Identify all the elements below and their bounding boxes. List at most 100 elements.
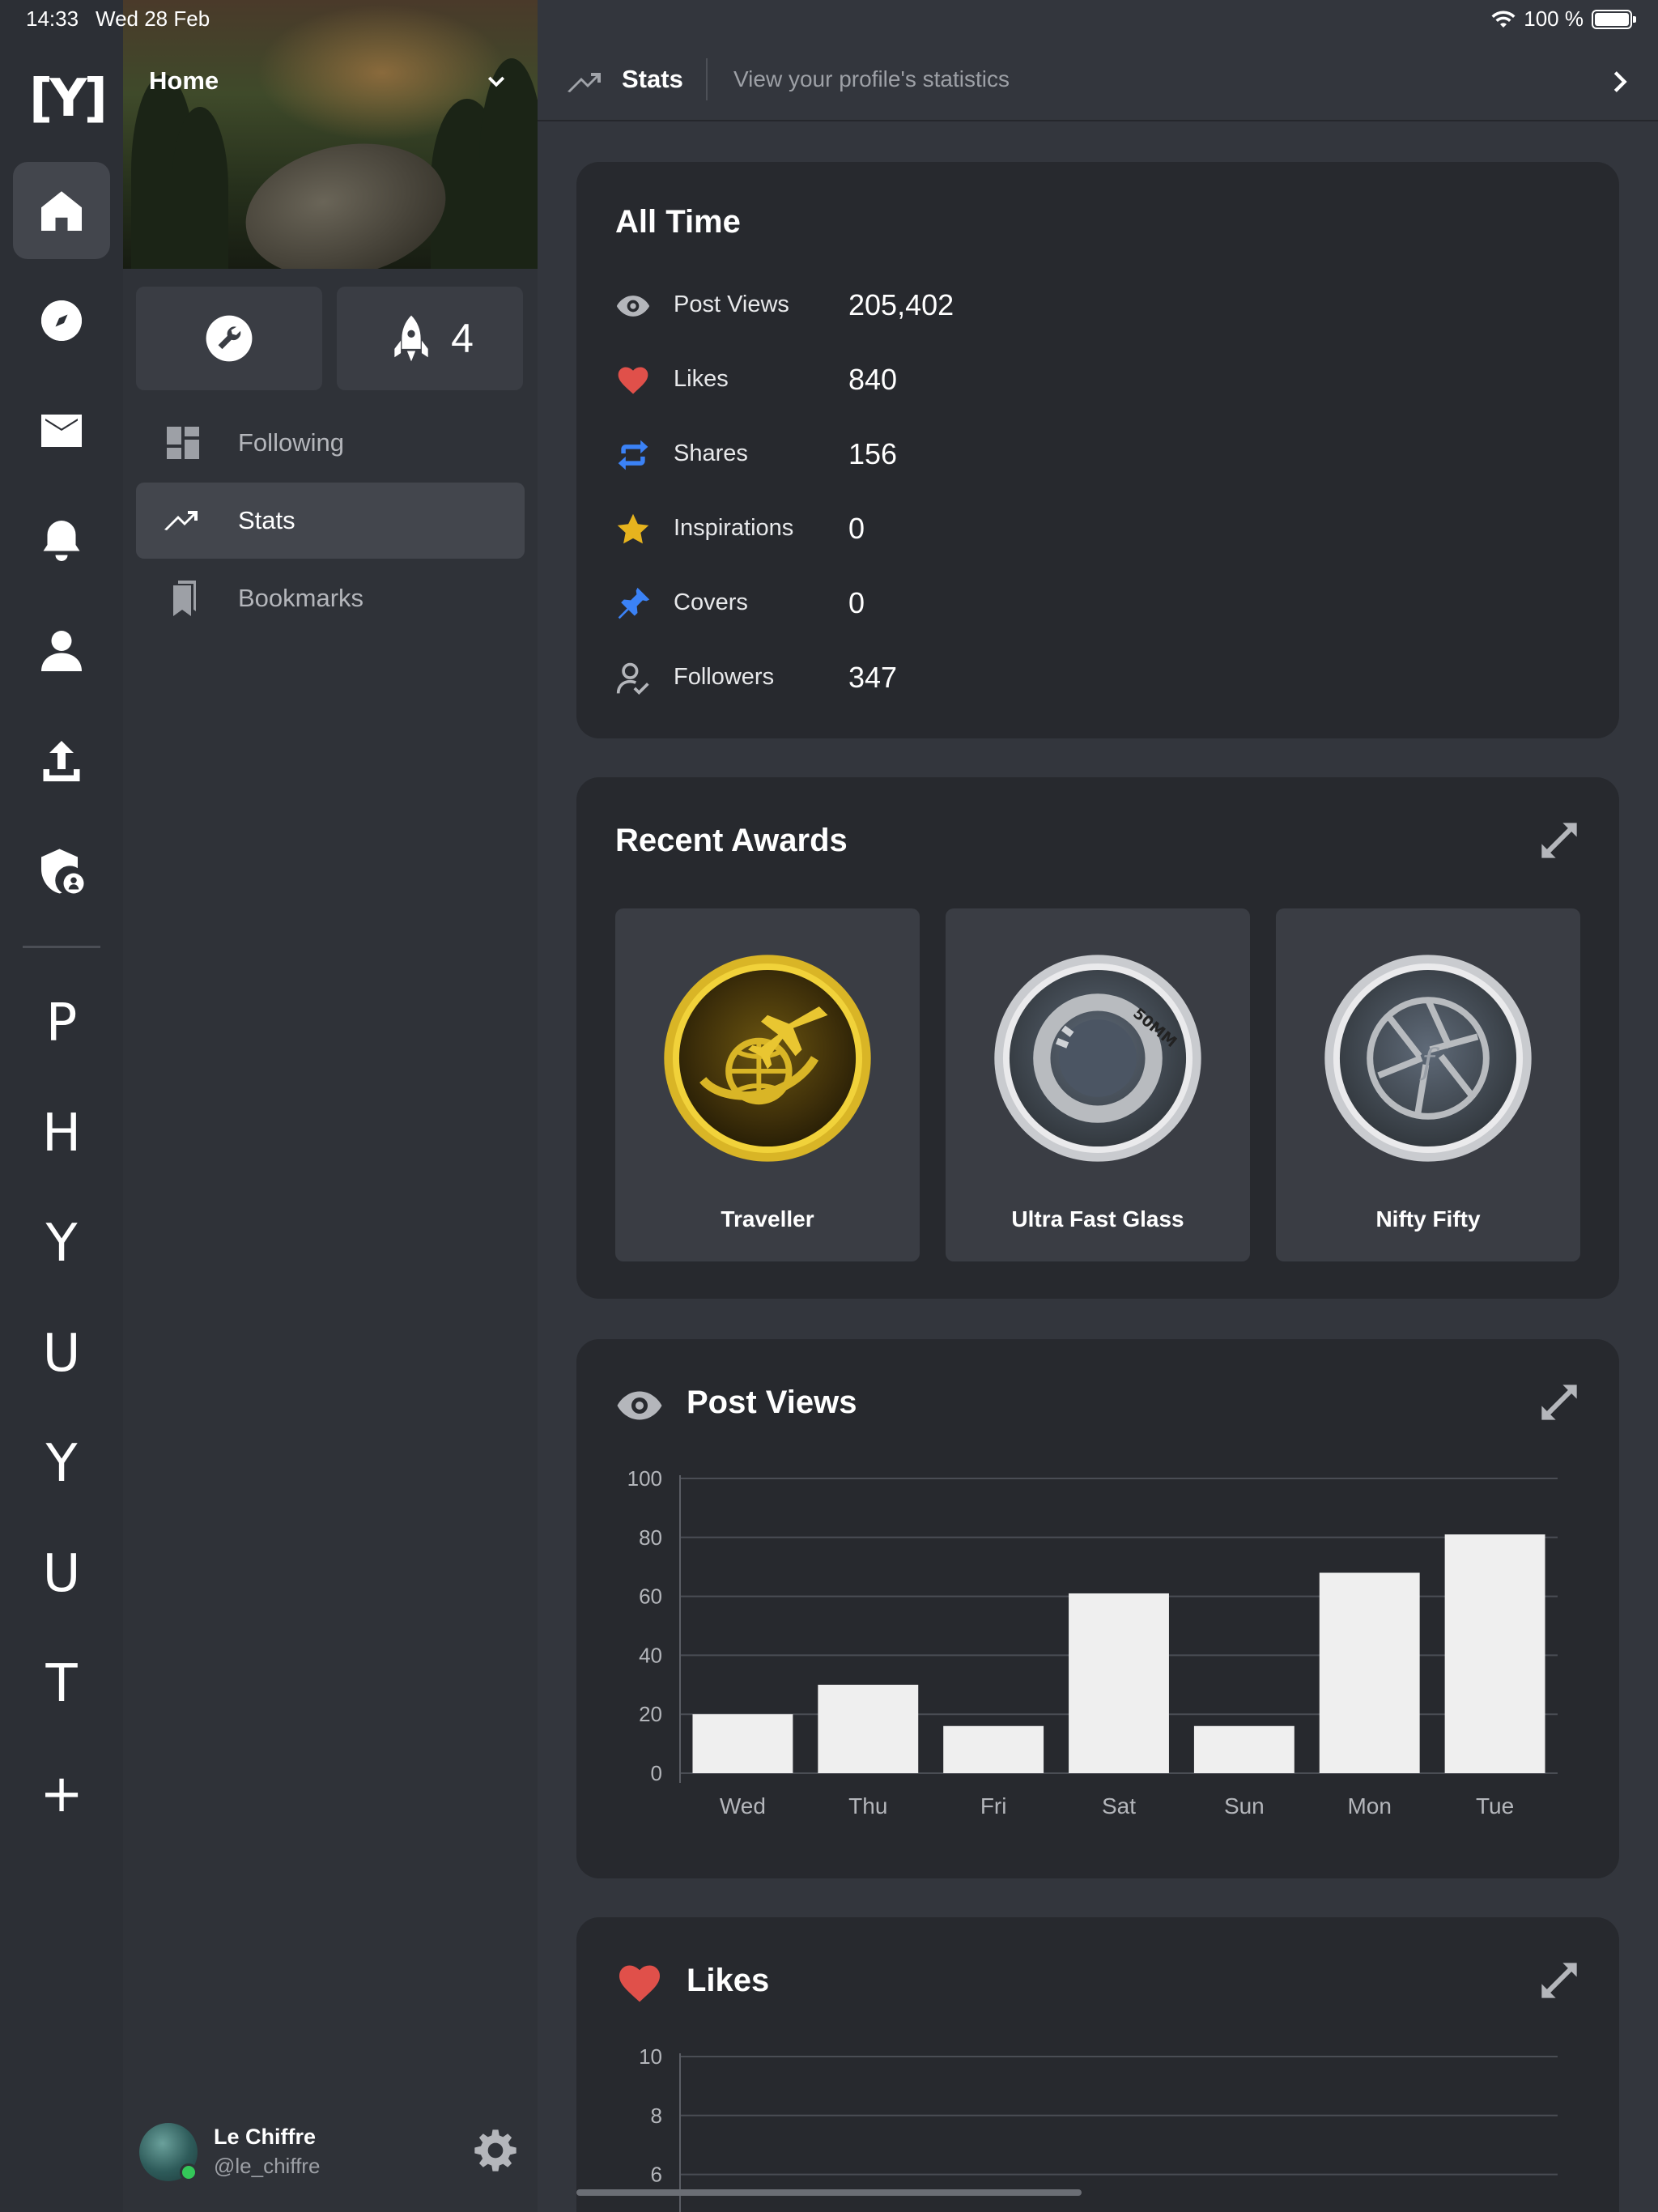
bar-tue bbox=[1444, 1534, 1545, 1773]
x-tick-label: Tue bbox=[1476, 1793, 1514, 1819]
follower-icon bbox=[616, 662, 649, 696]
rail-privacy-button[interactable] bbox=[13, 823, 110, 920]
eye-icon bbox=[616, 296, 650, 317]
app-logo[interactable]: [Y] bbox=[29, 66, 108, 131]
aperture-medal-icon: f bbox=[1324, 955, 1532, 1162]
wifi-icon bbox=[1491, 10, 1516, 28]
rail-letter-y-2[interactable]: Y bbox=[13, 1423, 110, 1504]
pin-icon bbox=[618, 587, 650, 619]
rail-letter-u-2[interactable]: U bbox=[13, 1534, 110, 1614]
rail-letter-h[interactable]: H bbox=[13, 1093, 110, 1174]
stat-label: Covers bbox=[674, 589, 748, 615]
rail-letter-y[interactable]: Y bbox=[13, 1203, 110, 1284]
y-tick-label: 100 bbox=[627, 1466, 662, 1491]
x-tick-label: Thu bbox=[848, 1793, 887, 1819]
stat-value: 840 bbox=[848, 363, 898, 396]
stat-label: Followers bbox=[674, 664, 775, 690]
stat-label: Inspirations bbox=[674, 515, 794, 541]
sidebar-item-stats[interactable]: Stats bbox=[136, 483, 525, 559]
x-tick-label: Wed bbox=[720, 1793, 766, 1819]
mail-icon bbox=[41, 415, 82, 447]
rail-divider bbox=[23, 946, 100, 948]
status-indicators: 100 % bbox=[1491, 6, 1636, 32]
stat-row-covers: Covers 0 bbox=[615, 580, 1506, 628]
rail-explore-button[interactable] bbox=[13, 272, 110, 369]
app-rail: [Y] P H Y U Y U T + bbox=[0, 0, 123, 2212]
share-icon bbox=[618, 440, 648, 470]
award-name: Traveller bbox=[721, 1206, 814, 1231]
wrench-icon bbox=[206, 315, 253, 362]
award-card-traveller[interactable]: Traveller bbox=[615, 908, 920, 1261]
rail-add-button[interactable]: + bbox=[13, 1754, 110, 1835]
rail-home-button[interactable] bbox=[13, 162, 110, 259]
rocket-count: 4 bbox=[451, 316, 474, 361]
rail-letter-u[interactable]: U bbox=[13, 1313, 110, 1394]
star-icon bbox=[617, 513, 649, 544]
chevron-down-icon[interactable] bbox=[484, 70, 508, 94]
status-time: 14:33 bbox=[26, 6, 79, 31]
bar-sun bbox=[1193, 1725, 1295, 1773]
rail-notifications-button[interactable] bbox=[13, 492, 110, 589]
status-date: Wed 28 Feb bbox=[96, 6, 210, 31]
page-subtitle: View your profile's statistics bbox=[733, 66, 1010, 91]
stat-value: 156 bbox=[848, 437, 898, 470]
tools-button[interactable] bbox=[136, 287, 322, 390]
sidebar: Home 4 Following Stats Bookmarks Le Chif… bbox=[123, 0, 538, 2212]
battery-percent: 100 % bbox=[1524, 6, 1584, 31]
online-status-dot bbox=[180, 2163, 198, 2181]
bookmarks-icon bbox=[173, 581, 196, 616]
bar-thu bbox=[818, 1684, 919, 1773]
stat-row-likes: Likes 840 bbox=[615, 356, 1506, 405]
bar-mon bbox=[1319, 1572, 1420, 1773]
battery-icon bbox=[1592, 9, 1636, 29]
stat-row-shares: Shares 156 bbox=[615, 431, 1506, 479]
compass-icon bbox=[41, 300, 82, 341]
card-title: Recent Awards bbox=[615, 823, 848, 858]
trending-icon bbox=[568, 73, 601, 92]
rail-profile-button[interactable] bbox=[13, 602, 110, 700]
x-tick-label: Mon bbox=[1347, 1793, 1391, 1819]
dashboard-icon bbox=[167, 427, 199, 459]
award-name: Nifty Fifty bbox=[1375, 1206, 1481, 1231]
x-tick-label: Sun bbox=[1224, 1793, 1265, 1819]
stat-label: Shares bbox=[674, 440, 748, 466]
bell-icon bbox=[43, 521, 80, 561]
stat-label: Post Views bbox=[674, 291, 789, 317]
bar-sat bbox=[1069, 1593, 1169, 1773]
sidebar-item-label: Stats bbox=[238, 506, 295, 534]
x-tick-label: Sat bbox=[1102, 1793, 1136, 1819]
sidebar-item-bookmarks[interactable]: Bookmarks bbox=[136, 560, 525, 636]
x-tick-label: Fri bbox=[980, 1793, 1007, 1819]
bar-wed bbox=[692, 1714, 793, 1773]
card-title: All Time bbox=[615, 204, 741, 240]
bar-fri bbox=[943, 1725, 1044, 1773]
home-icon bbox=[41, 191, 82, 231]
y-tick-label: 0 bbox=[651, 1761, 662, 1785]
award-card-ultra-fast-glass[interactable]: 50MM Ultra Fast Glass bbox=[946, 908, 1250, 1261]
horizontal-scroll-indicator[interactable] bbox=[576, 2189, 1082, 2196]
expand-icon[interactable] bbox=[1538, 819, 1580, 861]
rail-upload-button[interactable] bbox=[13, 713, 110, 810]
y-tick-label: 6 bbox=[651, 2163, 662, 2187]
rail-messages-button[interactable] bbox=[13, 382, 110, 479]
gear-icon[interactable] bbox=[473, 2128, 518, 2173]
rail-letter-t[interactable]: T bbox=[13, 1644, 110, 1725]
all-time-card: All Time Post Views 205,402 Likes 840 Sh… bbox=[576, 162, 1619, 738]
likes-card: Likes 6 8 10 bbox=[576, 1917, 1619, 2212]
award-name: Ultra Fast Glass bbox=[1011, 1206, 1184, 1231]
rocket-button[interactable]: 4 bbox=[337, 287, 523, 390]
sidebar-item-following[interactable]: Following bbox=[136, 405, 525, 481]
rail-letter-p[interactable]: P bbox=[13, 983, 110, 1064]
stat-row-inspirations: Inspirations 0 bbox=[615, 505, 1506, 554]
likes-chart: 6 8 10 bbox=[639, 2044, 1558, 2212]
profile-footer[interactable]: Le Chiffre @le_chiffre bbox=[123, 2105, 538, 2196]
sidebar-item-label: Bookmarks bbox=[238, 584, 364, 612]
post-views-chart: 0 20 40 60 80 100 Wed Thu Fri Sat Sun Mon Tue bbox=[627, 1466, 1558, 1819]
award-card-nifty-fifty[interactable]: f Nifty Fifty bbox=[1276, 908, 1580, 1261]
y-tick-label: 20 bbox=[639, 1702, 662, 1726]
profile-handle: @le_chiffre bbox=[214, 2154, 321, 2178]
y-tick-label: 60 bbox=[639, 1585, 662, 1609]
stat-label: Likes bbox=[674, 366, 729, 392]
hero-banner[interactable]: Home bbox=[123, 0, 538, 269]
chevron-right-icon[interactable] bbox=[1606, 68, 1634, 96]
